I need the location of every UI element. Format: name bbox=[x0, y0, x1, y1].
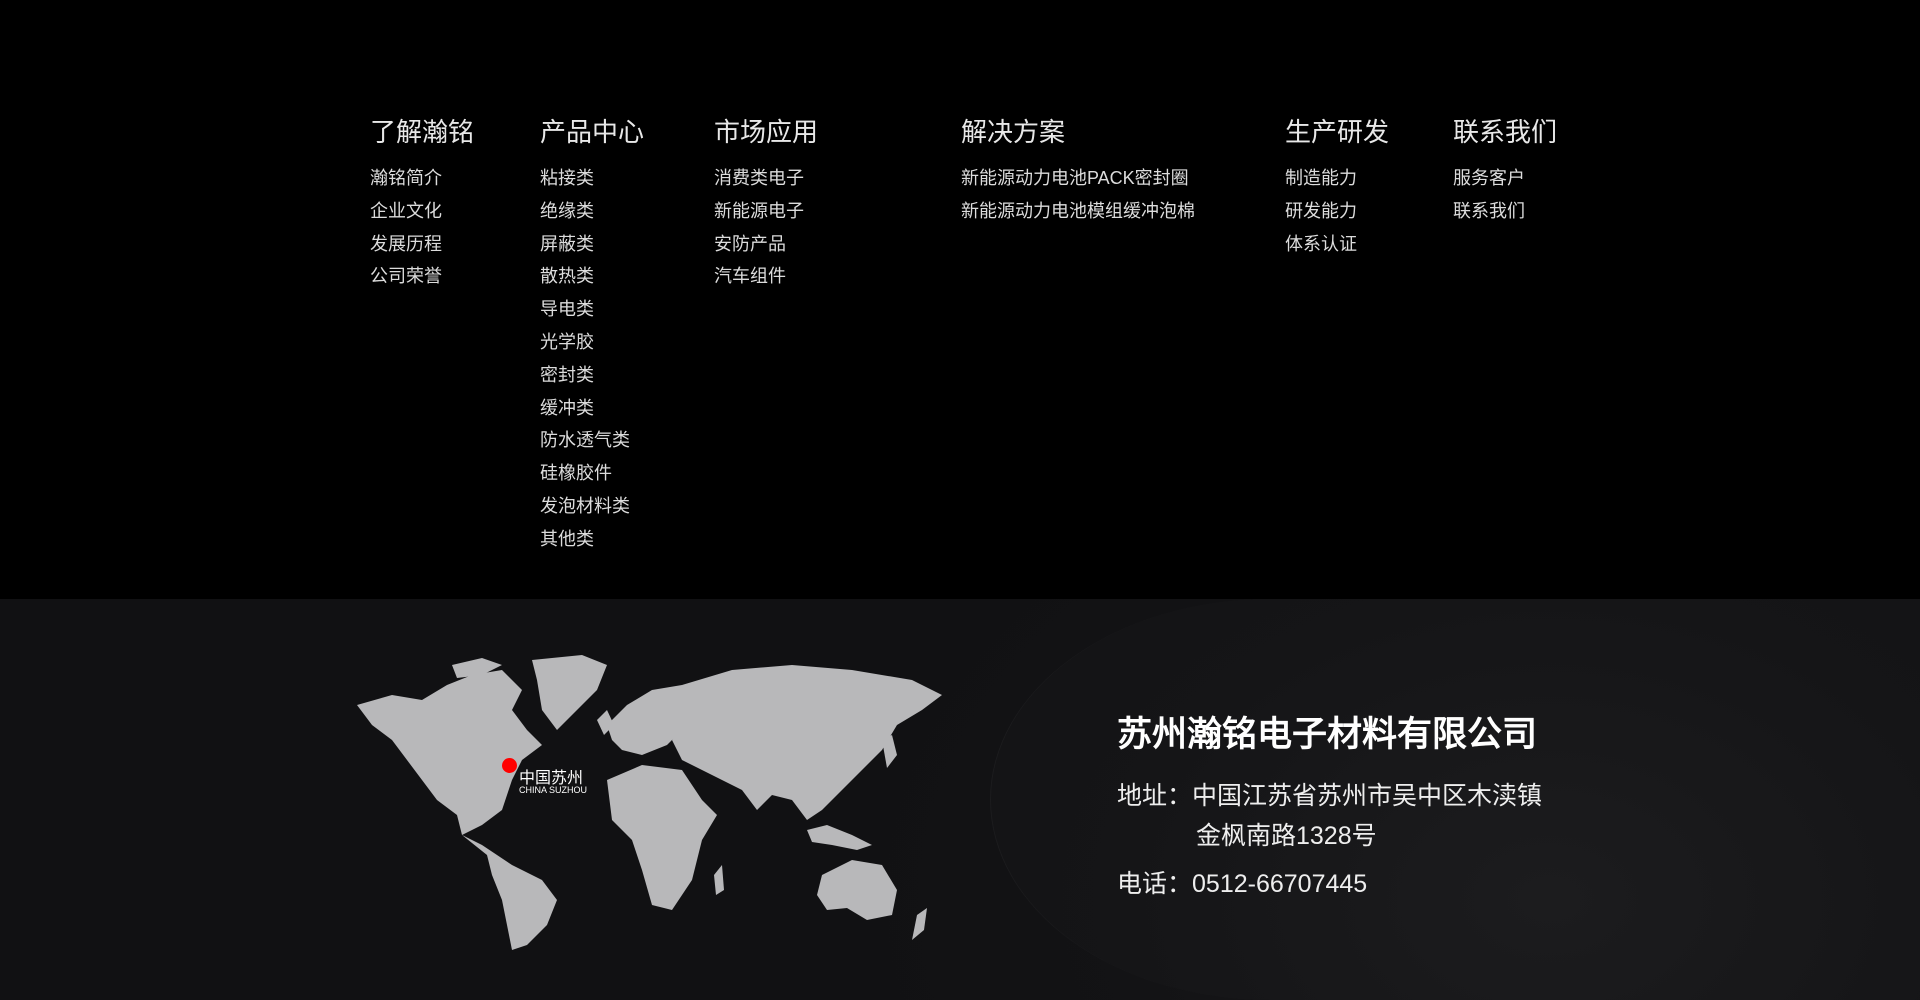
address: 地址：中国江苏省苏州市吴中区木渎镇 bbox=[1117, 776, 1542, 812]
phone-label: 电话： bbox=[1117, 870, 1193, 898]
nav-column: 生产研发制造能力 研发能力 体系认证 bbox=[1285, 112, 1389, 260]
nav-link[interactable]: 散热类 bbox=[540, 260, 644, 293]
pin-label-en: CHINA SUZHOU bbox=[519, 785, 588, 795]
nav-link[interactable]: 服务客户 bbox=[1453, 162, 1557, 195]
footer-nav: 了解瀚铭 瀚铭简介 企业文化 发展历程 公司荣誉 产品中心 粘接类 绝缘类 屏蔽类 散热类 导电类光… bbox=[0, 0, 1920, 599]
nav-link[interactable]: 安防产品 bbox=[714, 228, 818, 261]
south-america bbox=[462, 835, 557, 950]
world-map bbox=[357, 655, 942, 950]
nav-column-title[interactable]: 产品中心 bbox=[540, 112, 644, 152]
africa bbox=[607, 765, 717, 910]
nav-link[interactable]: 粘接类 bbox=[540, 162, 644, 195]
nav-link[interactable]: 缓冲类 bbox=[540, 392, 644, 425]
nav-link[interactable]: 制造能力 bbox=[1285, 162, 1389, 195]
nav-link[interactable]: 发展历程 bbox=[370, 228, 474, 261]
australia bbox=[817, 860, 897, 920]
se-asia-islands bbox=[807, 825, 872, 850]
nav-link[interactable]: 研发能力 bbox=[1285, 195, 1389, 228]
nav-link[interactable]: 其他类 bbox=[540, 523, 644, 556]
north-america bbox=[357, 670, 542, 835]
phone-number: 0512-66707445 bbox=[1192, 870, 1368, 898]
nav-link[interactable]: 防水透气类 bbox=[540, 424, 644, 457]
greenland bbox=[532, 655, 607, 730]
nav-link[interactable]: 密封类 bbox=[540, 359, 644, 392]
phone: 电话：0512-66707445 bbox=[1117, 864, 1367, 900]
company-name: 苏州瀚铭电子材料有限公司 bbox=[1117, 715, 1538, 754]
madagascar bbox=[714, 865, 724, 895]
nav-link[interactable]: 公司荣誉 bbox=[370, 260, 474, 293]
nav-link[interactable]: 新能源动力电池PACK密封圈 bbox=[961, 162, 1195, 195]
location-pin bbox=[502, 758, 517, 773]
nav-link[interactable]: 汽车组件 bbox=[714, 260, 818, 293]
address-line1: 中国江苏省苏州市吴中区木渎镇 bbox=[1192, 782, 1543, 810]
nav-link[interactable]: 联系我们 bbox=[1453, 195, 1557, 228]
nav-link[interactable]: 瀚铭简介 bbox=[370, 162, 474, 195]
nav-column: 产品中心粘接类 绝缘类 屏蔽类 散热类 导电类 光学胶 密封类 缓冲类 防水透气类 硅橡胶件 发泡材… bbox=[540, 112, 644, 556]
address-line2: 金枫南路1328号 bbox=[1196, 822, 1377, 850]
nav-column: 了解瀚铭瀚铭简介 企业文化 发展历程 公司荣誉 bbox=[370, 112, 474, 293]
nav-link[interactable]: 消费类电子 bbox=[714, 162, 818, 195]
nav-column-title[interactable]: 市场应用 bbox=[714, 112, 818, 152]
nav-link[interactable]: 发泡材料类 bbox=[540, 490, 644, 523]
nav-column-title[interactable]: 解决方案 bbox=[961, 112, 1195, 152]
nav-column: 市场应用消费类电子 新能源电子 安防产品 汽车组件 bbox=[714, 112, 818, 293]
contact-section bbox=[0, 599, 1920, 1000]
address-label: 地址： bbox=[1117, 782, 1193, 810]
nav-column-title[interactable]: 生产研发 bbox=[1285, 112, 1389, 152]
nav-link[interactable]: 屏蔽类 bbox=[540, 228, 644, 261]
nav-link[interactable]: 光学胶 bbox=[540, 326, 644, 359]
nav-link[interactable]: 绝缘类 bbox=[540, 195, 644, 228]
nav-link[interactable]: 新能源动力电池模组缓冲泡棉 bbox=[961, 195, 1195, 228]
japan bbox=[882, 735, 897, 768]
nav-column-title[interactable]: 了解瀚铭 bbox=[370, 112, 474, 152]
nav-link[interactable]: 新能源电子 bbox=[714, 195, 818, 228]
nav-link[interactable]: 企业文化 bbox=[370, 195, 474, 228]
nav-link[interactable]: 导电类 bbox=[540, 293, 644, 326]
nav-link[interactable]: 体系认证 bbox=[1285, 228, 1389, 261]
nav-link[interactable]: 硅橡胶件 bbox=[540, 457, 644, 490]
nav-column-title[interactable]: 联系我们 bbox=[1453, 112, 1557, 152]
asia bbox=[672, 665, 942, 820]
new-zealand bbox=[912, 908, 927, 940]
nav-column: 解决方案新能源动力电池PACK密封圈 新能源动力电池模组缓冲泡棉 bbox=[961, 112, 1195, 228]
nav-column: 联系我们 服务客户 联系我们 bbox=[1453, 112, 1557, 228]
